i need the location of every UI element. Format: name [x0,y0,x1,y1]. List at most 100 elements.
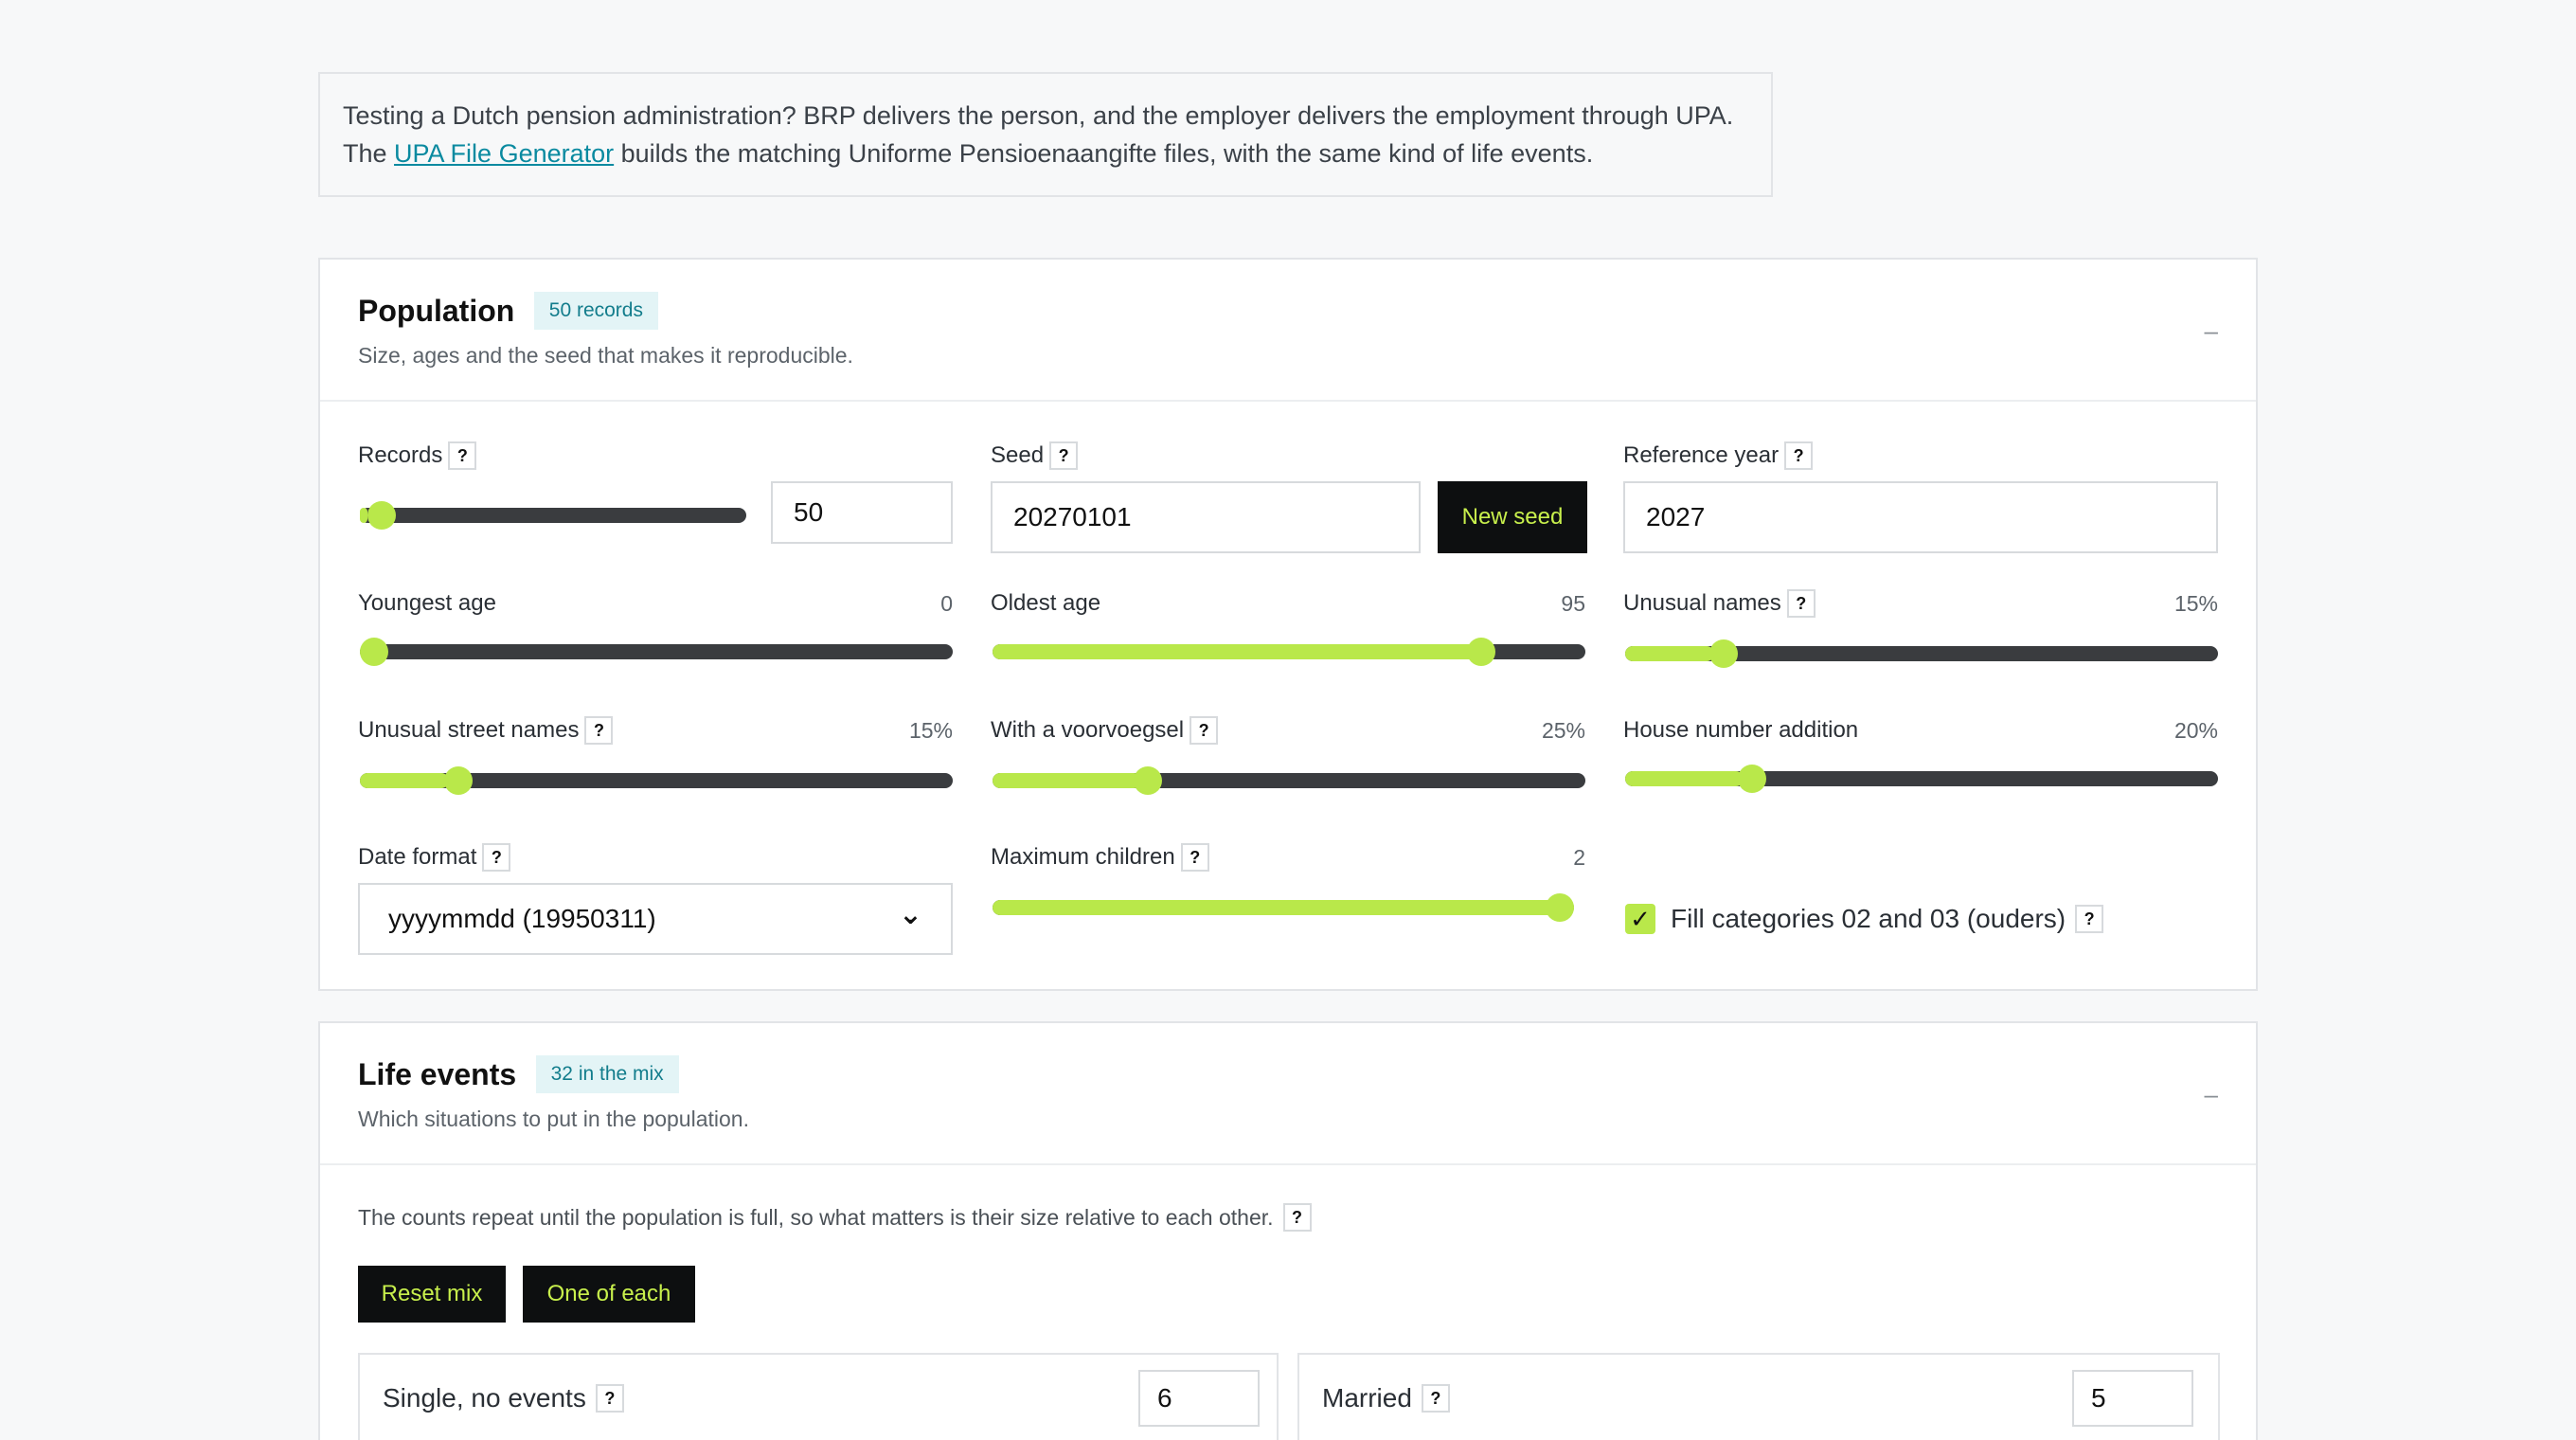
records-label: Records [358,442,443,468]
fill-categories-help-icon[interactable]: ? [2075,905,2104,933]
max-children-slider-fill [993,900,1574,915]
voorvoegsel-field: With a voorvoegsel? 25% [991,714,1585,747]
reference-year-field: Reference year? [1623,440,2002,472]
oldest-age-slider[interactable] [993,638,1585,666]
date-format-field: Date format? [358,841,953,873]
oldest-age-label: Oldest age [991,590,1101,616]
youngest-age-field: Youngest age 0 [358,587,953,620]
records-slider[interactable] [360,501,746,530]
single-no-events-count-input[interactable]: 6 [1138,1370,1260,1427]
life-event-item: Single, no events ? 6 [358,1353,1279,1440]
unusual-names-field: Unusual names? 15% [1623,587,2218,620]
chevron-down-icon: ⌄ [898,898,922,930]
unusual-street-names-field: Unusual street names? 15% [358,714,953,747]
upa-file-generator-link[interactable]: UPA File Generator [394,139,614,168]
max-children-field: Maximum children? 2 [991,841,1585,873]
house-number-addition-label: House number addition [1623,717,1859,743]
voorvoegsel-label: With a voorvoegsel [991,717,1185,743]
collapse-life-events-button[interactable]: – [2205,1080,2218,1109]
voorvoegsel-slider[interactable] [993,766,1585,795]
unusual-names-slider-thumb[interactable] [1709,639,1739,668]
married-help-icon[interactable]: ? [1421,1384,1450,1413]
records-input[interactable]: 50 [771,481,953,544]
voorvoegsel-help-icon[interactable]: ? [1190,716,1219,745]
oldest-age-slider-fill [993,644,1491,659]
max-children-help-icon[interactable]: ? [1180,843,1209,872]
intro-box: Testing a Dutch pension administration? … [318,72,1773,197]
unusual-street-names-help-icon[interactable]: ? [584,716,614,745]
seed-help-icon[interactable]: ? [1049,441,1079,470]
population-card: Population 50 records Size, ages and the… [318,258,2258,991]
house-number-addition-slider-fill [1625,771,1744,786]
new-seed-button[interactable]: New seed [1438,481,1587,553]
married-count-input[interactable]: 5 [2072,1370,2193,1427]
fill-categories-label: Fill categories 02 and 03 (ouders) [1671,904,2066,933]
population-title: Population [358,293,515,328]
voorvoegsel-value: 25% [1541,718,1585,743]
unusual-names-label: Unusual names [1623,590,1781,616]
unusual-names-slider[interactable] [1625,639,2218,668]
life-events-help-icon[interactable]: ? [1282,1203,1312,1232]
oldest-age-field: Oldest age 95 [991,587,1585,620]
life-events-title: Life events [358,1056,517,1091]
unusual-names-slider-fill [1625,646,1714,661]
max-children-label: Maximum children [991,844,1175,870]
life-event-label: Single, no events ? [383,1383,624,1413]
youngest-age-value: 0 [940,591,953,616]
one-of-each-button[interactable]: One of each [523,1266,695,1323]
house-number-addition-slider[interactable] [1625,765,2218,793]
single-no-events-label: Single, no events [383,1383,586,1413]
max-children-value: 2 [1573,845,1585,870]
unusual-names-value: 15% [2174,591,2218,616]
life-events-subtitle: Which situations to put in the populatio… [358,1107,749,1131]
life-events-note-text: The counts repeat until the population i… [358,1204,1274,1230]
single-no-events-help-icon[interactable]: ? [595,1384,624,1413]
house-number-addition-value: 20% [2174,718,2218,743]
date-format-select[interactable]: yyyymmdd (19950311) ⌄ [358,883,953,955]
records-slider-fill [360,508,368,523]
date-format-selected: yyyymmdd (19950311) [388,904,656,933]
life-events-header[interactable]: Life events 32 in the mix Which situatio… [320,1023,2256,1165]
life-events-note: The counts repeat until the population i… [358,1203,1494,1232]
unusual-street-names-value: 15% [908,718,953,743]
reset-mix-button[interactable]: Reset mix [358,1266,506,1323]
unusual-street-names-slider[interactable] [360,766,953,795]
oldest-age-slider-thumb[interactable] [1466,638,1495,666]
voorvoegsel-slider-thumb[interactable] [1134,766,1162,795]
oldest-age-value: 95 [1561,591,1585,616]
seed-label: Seed [991,442,1045,468]
records-help-icon[interactable]: ? [448,441,477,470]
records-badge: 50 records [533,292,658,330]
house-number-addition-slider-thumb[interactable] [1738,765,1767,793]
unusual-street-names-slider-fill [360,773,449,788]
married-label: Married [1322,1383,1412,1413]
life-events-badge: 32 in the mix [535,1055,679,1093]
records-slider-thumb[interactable] [367,501,396,530]
youngest-age-slider[interactable] [360,638,953,666]
unusual-street-names-slider-thumb[interactable] [444,766,474,795]
reference-year-input[interactable]: 2027 [1623,481,2218,553]
unusual-street-names-label: Unusual street names [358,717,580,743]
date-format-help-icon[interactable]: ? [482,843,511,872]
seed-field: Seed? [991,440,1369,472]
life-event-label: Married ? [1322,1383,1450,1413]
population-header[interactable]: Population 50 records Size, ages and the… [320,260,2256,402]
house-number-addition-field: House number addition 20% [1623,714,2218,747]
fill-categories-checkbox[interactable]: ✓ [1625,904,1655,934]
seed-input[interactable]: 20270101 [991,481,1421,553]
youngest-age-slider-thumb[interactable] [360,638,388,666]
intro-text-after: builds the matching Uniforme Pensioenaan… [614,139,1594,168]
youngest-age-label: Youngest age [358,590,496,616]
max-children-slider[interactable] [993,893,1574,922]
fill-categories-field[interactable]: ✓ Fill categories 02 and 03 (ouders) ? [1625,904,2212,934]
voorvoegsel-slider-fill [993,773,1141,788]
unusual-names-help-icon[interactable]: ? [1786,589,1816,618]
max-children-slider-thumb[interactable] [1546,893,1574,922]
life-event-item: Married ? 5 [1297,1353,2220,1440]
reference-year-help-icon[interactable]: ? [1784,441,1814,470]
collapse-population-button[interactable]: – [2205,316,2218,346]
reference-year-label: Reference year [1623,442,1780,468]
date-format-label: Date format [358,844,477,870]
records-field: Records? [358,440,746,472]
population-subtitle: Size, ages and the seed that makes it re… [358,343,853,368]
